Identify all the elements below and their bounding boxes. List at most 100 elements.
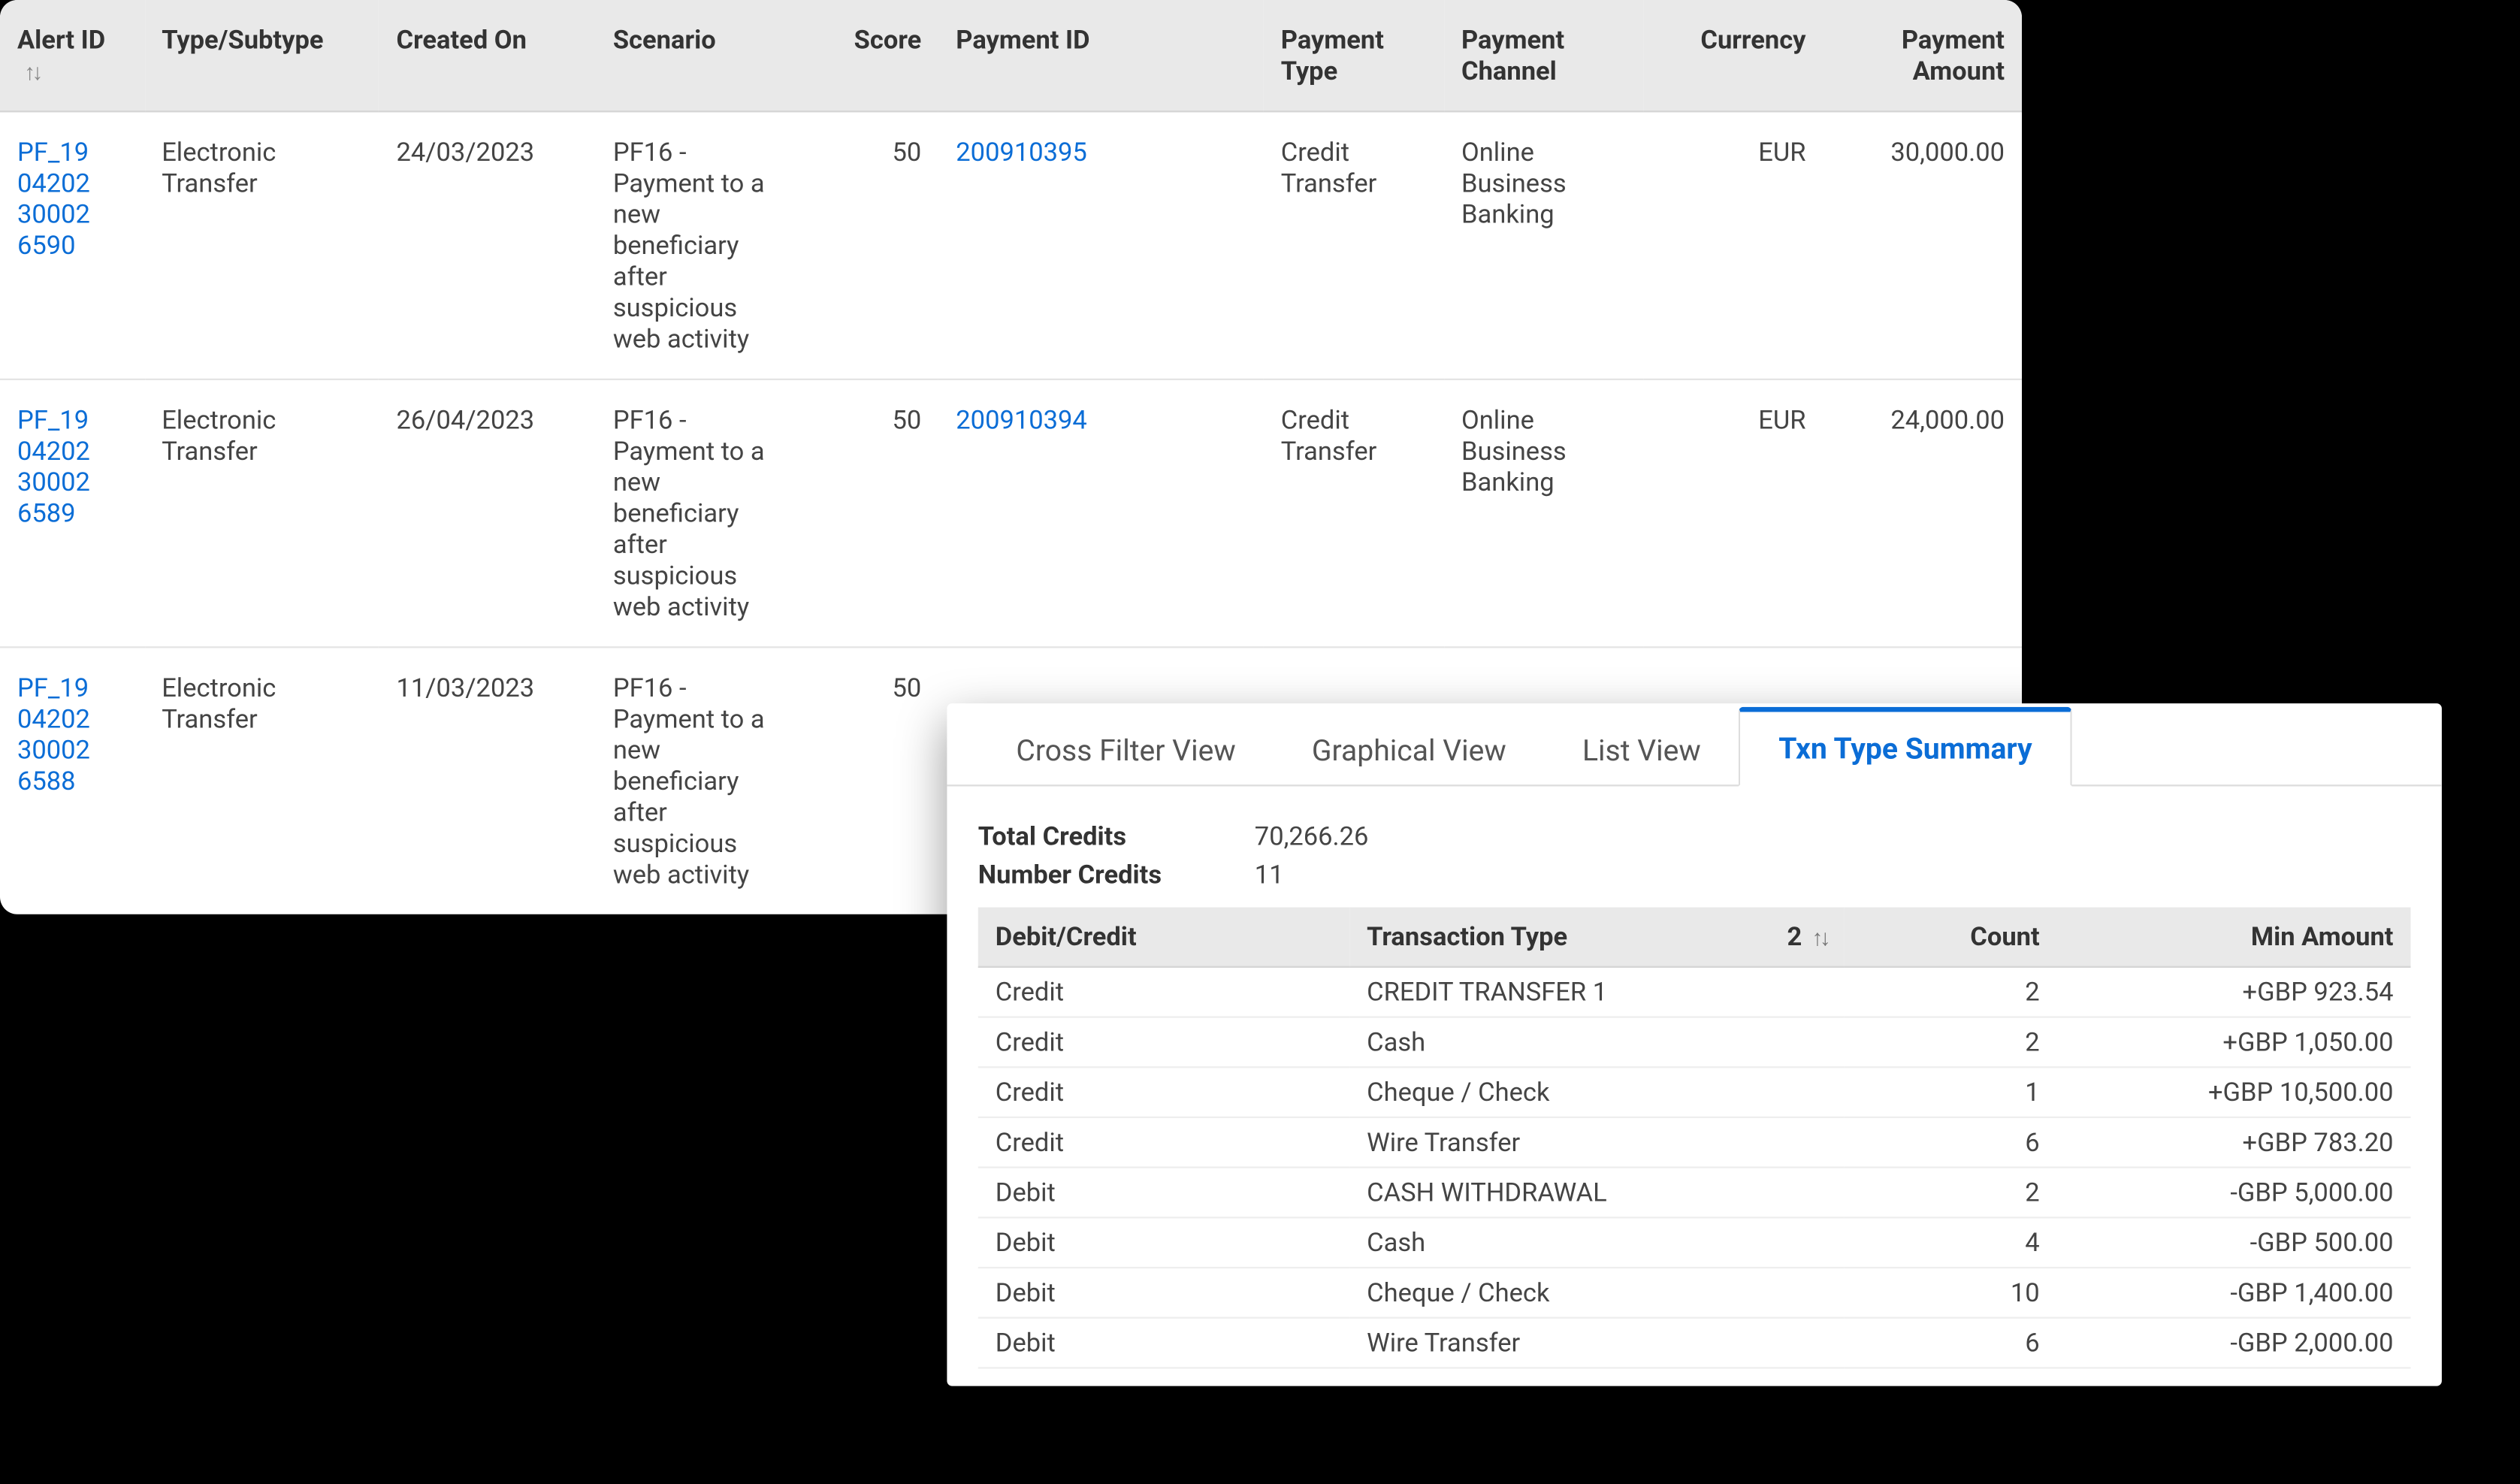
cell-debit-credit: Debit [978,1217,1349,1268]
alert-id-link[interactable]: PF_19 04202 30002 6588 [17,672,90,797]
cell-payment-amount: 24,000.00 [1824,379,2022,648]
txn-summary-body: Total Credits 70,266.26 Number Credits 1… [947,787,2441,1386]
table-row[interactable]: CreditCash2+GBP 1,050.00 [978,1017,2411,1068]
table-row[interactable]: CreditCheque / Check1+GBP 10,500.00 [978,1067,2411,1117]
cell-transaction-type: Cash [1349,1017,1845,1068]
col-payment-id[interactable]: Payment ID [938,0,1263,111]
table-row[interactable]: DebitWire Transfer6-GBP 2,000.00 [978,1318,2411,1368]
cell-alert-id: PF_19 04202 30002 6590 [0,111,144,379]
cell-payment-id: 200910395 [938,111,1263,379]
cell-created: 24/03/2023 [379,111,596,379]
total-credits-value: 70,266.26 [1255,821,1369,852]
cell-scenario: PF16 - Payment to a new beneficiary afte… [596,379,794,648]
sort-icon[interactable]: ↑↓ [1812,925,1828,953]
cell-transaction-type: Cheque / Check [1349,1268,1845,1318]
tab-list-view[interactable]: List View [1544,714,1739,787]
cell-payment-channel: Online Business Banking [1444,379,1642,648]
cell-type: Electronic Transfer [144,647,379,914]
cell-debit-credit: Debit [978,1318,1349,1368]
table-row[interactable]: CreditWire Transfer6+GBP 783.20 [978,1117,2411,1168]
col-payment-channel[interactable]: Payment Channel [1444,0,1642,111]
tab-cross-filter-view[interactable]: Cross Filter View [978,714,1274,787]
cell-payment-type: Credit Transfer [1264,111,1444,379]
txn-table: Debit/Credit Transaction Type 2 ↑↓ Count… [978,908,2411,1369]
cell-transaction-type: CASH WITHDRAWAL [1349,1168,1845,1218]
cell-debit-credit: Debit [978,1168,1349,1218]
cell-type: Electronic Transfer [144,379,379,648]
col-min-amount[interactable]: Min Amount [2057,908,2411,967]
cell-min-amount: +GBP 923.54 [2057,967,2411,1017]
table-row[interactable]: PF_19 04202 30002 6590 Electronic Transfe… [0,111,2022,379]
col-payment-type[interactable]: Payment Type [1264,0,1444,111]
table-row[interactable]: DebitCASH WITHDRAWAL2-GBP 5,000.00 [978,1168,2411,1218]
col-scenario[interactable]: Scenario [596,0,794,111]
cell-score: 50 [794,647,938,914]
col-count[interactable]: Count [1845,908,2056,967]
cell-count: 2 [1845,1017,2056,1068]
cell-count: 2 [1845,1168,2056,1218]
number-credits-row: Number Credits 11 [978,859,2411,890]
cell-count: 4 [1845,1217,2056,1268]
col-alert-id[interactable]: Alert ID ↑↓ [0,0,144,111]
cell-type: Electronic Transfer [144,111,379,379]
cell-score: 50 [794,379,938,648]
cell-min-amount: -GBP 5,000.00 [2057,1168,2411,1218]
total-credits-row: Total Credits 70,266.26 [978,821,2411,852]
cell-count: 1 [1845,1067,2056,1117]
cell-payment-id: 200910394 [938,379,1263,648]
cell-payment-type: Credit Transfer [1264,379,1444,648]
cell-debit-credit: Debit [978,1268,1349,1318]
cell-scenario: PF16 - Payment to a new beneficiary afte… [596,647,794,914]
col-created[interactable]: Created On [379,0,596,111]
cell-count: 6 [1845,1318,2056,1368]
cell-min-amount: -GBP 2,000.00 [2057,1318,2411,1368]
cell-debit-credit: Credit [978,967,1349,1017]
table-row[interactable]: CreditCREDIT TRANSFER 12+GBP 923.54 [978,967,2411,1017]
sort-order-num: 2 [1787,921,1802,952]
alert-id-link[interactable]: PF_19 04202 30002 6589 [17,404,90,529]
alert-id-link[interactable]: PF_19 04202 30002 6590 [17,137,90,261]
col-transaction-type[interactable]: Transaction Type 2 ↑↓ [1349,908,1845,967]
cell-count: 6 [1845,1117,2056,1168]
col-score[interactable]: Score [794,0,938,111]
cell-transaction-type: Wire Transfer [1349,1117,1845,1168]
table-row[interactable]: DebitCheque / Check10-GBP 1,400.00 [978,1268,2411,1318]
payment-id-link[interactable]: 200910394 [956,404,1087,435]
col-payment-amount[interactable]: Payment Amount [1824,0,2022,111]
sort-icon[interactable]: ↑↓ [24,59,40,86]
payment-id-link[interactable]: 200910395 [956,137,1087,168]
cell-transaction-type: CREDIT TRANSFER 1 [1349,967,1845,1017]
number-credits-label: Number Credits [978,859,1255,890]
col-label: Alert ID [17,24,105,55]
cell-debit-credit: Credit [978,1067,1349,1117]
cell-debit-credit: Credit [978,1017,1349,1068]
cell-currency: EUR [1642,379,1823,648]
cell-debit-credit: Credit [978,1117,1349,1168]
col-type[interactable]: Type/Subtype [144,0,379,111]
total-credits-label: Total Credits [978,821,1255,852]
cell-transaction-type: Cash [1349,1217,1845,1268]
table-row[interactable]: DebitCash4-GBP 500.00 [978,1217,2411,1268]
col-debit-credit[interactable]: Debit/Credit [978,908,1349,967]
tab-txn-type-summary[interactable]: Txn Type Summary [1739,707,2071,787]
alerts-header-row: Alert ID ↑↓ Type/Subtype Created On Scen… [0,0,2022,111]
cell-created: 11/03/2023 [379,647,596,914]
tab-graphical-view[interactable]: Graphical View [1274,714,1544,787]
cell-min-amount: +GBP 1,050.00 [2057,1017,2411,1068]
cell-min-amount: -GBP 500.00 [2057,1217,2411,1268]
col-label: Transaction Type [1367,921,1567,952]
table-row[interactable]: PF_19 04202 30002 6589 Electronic Transfe… [0,379,2022,648]
txn-summary-panel: Cross Filter ViewGraphical ViewList View… [947,703,2441,1386]
cell-transaction-type: Wire Transfer [1349,1318,1845,1368]
txn-header-row: Debit/Credit Transaction Type 2 ↑↓ Count… [978,908,2411,967]
cell-count: 2 [1845,967,2056,1017]
cell-payment-channel: Online Business Banking [1444,111,1642,379]
col-currency[interactable]: Currency [1642,0,1823,111]
cell-min-amount: +GBP 10,500.00 [2057,1067,2411,1117]
cell-min-amount: +GBP 783.20 [2057,1117,2411,1168]
cell-transaction-type: Cheque / Check [1349,1067,1845,1117]
cell-alert-id: PF_19 04202 30002 6588 [0,647,144,914]
cell-alert-id: PF_19 04202 30002 6589 [0,379,144,648]
tab-bar: Cross Filter ViewGraphical ViewList View… [947,703,2441,786]
summary-lines: Total Credits 70,266.26 Number Credits 1… [978,821,2411,890]
